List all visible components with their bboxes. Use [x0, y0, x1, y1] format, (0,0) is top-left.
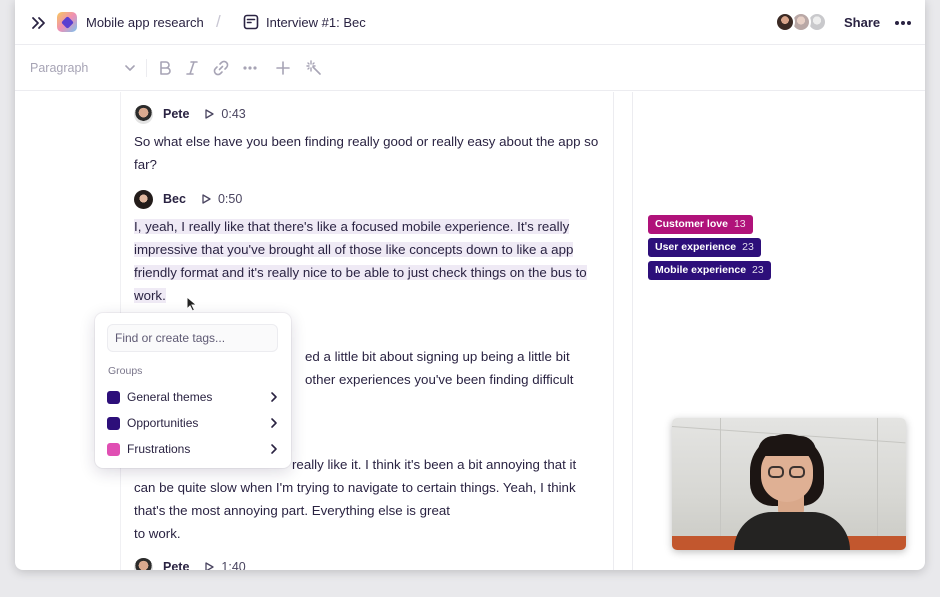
- tag-count: 23: [742, 241, 754, 253]
- more-horizontal-icon[interactable]: [241, 59, 259, 77]
- avatar[interactable]: [775, 12, 795, 32]
- tag-user-experience[interactable]: User experience 23: [648, 238, 761, 257]
- transcript-paragraph[interactable]: ed a little bit about signing up being a…: [305, 345, 605, 368]
- chevron-right-icon: [271, 392, 277, 402]
- wall-detail: [877, 418, 878, 538]
- timestamp[interactable]: 0:50: [218, 192, 242, 206]
- play-icon[interactable]: [203, 108, 215, 120]
- breadcrumb-separator: /: [216, 12, 221, 31]
- editor-toolbar: Paragraph: [15, 46, 925, 91]
- tag-picker-popup: Groups General themes Opportunities Frus…: [95, 313, 291, 468]
- interview-video-preview[interactable]: [672, 418, 906, 550]
- group-label: General themes: [127, 390, 213, 404]
- wall-detail: [720, 418, 721, 538]
- group-color-swatch: [107, 416, 120, 430]
- italic-icon[interactable]: [183, 59, 201, 77]
- tag-label: User experience: [655, 241, 737, 253]
- mouse-cursor-icon: [186, 296, 198, 312]
- transcript-paragraph[interactable]: to work.: [134, 522, 604, 545]
- speaker-row: Bec 0:50: [134, 189, 242, 209]
- divider: [632, 92, 633, 570]
- group-item-opportunities[interactable]: Opportunities: [107, 413, 279, 433]
- chevron-right-icon: [271, 444, 277, 454]
- timestamp[interactable]: 0:43: [221, 107, 245, 121]
- play-icon[interactable]: [203, 561, 215, 570]
- share-button[interactable]: Share: [844, 15, 880, 30]
- project-logo[interactable]: [57, 12, 77, 32]
- breadcrumb-document-title[interactable]: Interview #1: Bec: [266, 15, 366, 30]
- video-person-glasses: [768, 466, 784, 478]
- groups-heading: Groups: [108, 365, 143, 377]
- group-label: Opportunities: [127, 416, 199, 430]
- group-label: Frustrations: [127, 442, 191, 456]
- avatar: [134, 189, 153, 209]
- link-icon[interactable]: [212, 59, 230, 77]
- document-icon: [243, 14, 259, 30]
- magic-wand-icon[interactable]: [305, 59, 323, 77]
- chevron-down-icon[interactable]: [123, 61, 137, 75]
- chevron-right-icon: [271, 418, 277, 428]
- divider: [613, 92, 614, 570]
- breadcrumb-project[interactable]: Mobile app research: [86, 15, 204, 30]
- group-color-swatch: [107, 442, 120, 456]
- app-window: Mobile app research / Interview #1: Bec …: [15, 0, 925, 570]
- tag-count: 23: [752, 264, 764, 276]
- tag-search-input[interactable]: [107, 324, 278, 352]
- video-person-glasses: [789, 466, 805, 478]
- transcript-paragraph[interactable]: So what else have you been finding reall…: [134, 130, 604, 176]
- transcript-paragraph-highlighted[interactable]: I, yeah, I really like that there's like…: [134, 215, 604, 307]
- transcript-paragraph[interactable]: can be quite slow when I'm trying to nav…: [134, 476, 604, 522]
- bold-icon[interactable]: [156, 59, 174, 77]
- video-person-bangs: [758, 436, 816, 456]
- avatar: [134, 557, 153, 570]
- tag-customer-love[interactable]: Customer love 13: [648, 215, 753, 234]
- tag-count: 13: [733, 218, 746, 230]
- play-icon[interactable]: [200, 193, 212, 205]
- group-color-swatch: [107, 390, 120, 404]
- timestamp[interactable]: 1:40: [221, 560, 245, 570]
- top-bar: Mobile app research / Interview #1: Bec …: [15, 0, 925, 45]
- tag-label: Customer love: [655, 218, 728, 230]
- more-horizontal-icon[interactable]: [893, 14, 913, 32]
- group-item-general-themes[interactable]: General themes: [107, 387, 279, 407]
- speaker-name: Bec: [163, 192, 186, 206]
- double-chevron-right-icon[interactable]: [29, 14, 47, 32]
- collaborator-avatars[interactable]: [775, 12, 831, 34]
- tag-mobile-experience[interactable]: Mobile experience 23: [648, 261, 771, 280]
- transcript-paragraph[interactable]: other experiences you've been finding di…: [305, 368, 605, 391]
- plus-icon[interactable]: [274, 59, 292, 77]
- video-person-shirt: [734, 512, 850, 550]
- speaker-row: Pete 1:40: [134, 557, 246, 570]
- speaker-name: Pete: [163, 107, 190, 121]
- speaker-name: Pete: [163, 560, 190, 570]
- avatar: [134, 104, 153, 124]
- text-selection[interactable]: I, yeah, I really like that there's like…: [134, 219, 587, 303]
- group-item-frustrations[interactable]: Frustrations: [107, 439, 279, 459]
- tag-label: Mobile experience: [655, 264, 747, 276]
- paragraph-style-select[interactable]: Paragraph: [30, 61, 88, 75]
- speaker-row: Pete 0:43: [134, 104, 246, 124]
- transcript-paragraph[interactable]: really like it. I think it's been a bit …: [292, 453, 612, 476]
- toolbar-divider: [146, 59, 147, 77]
